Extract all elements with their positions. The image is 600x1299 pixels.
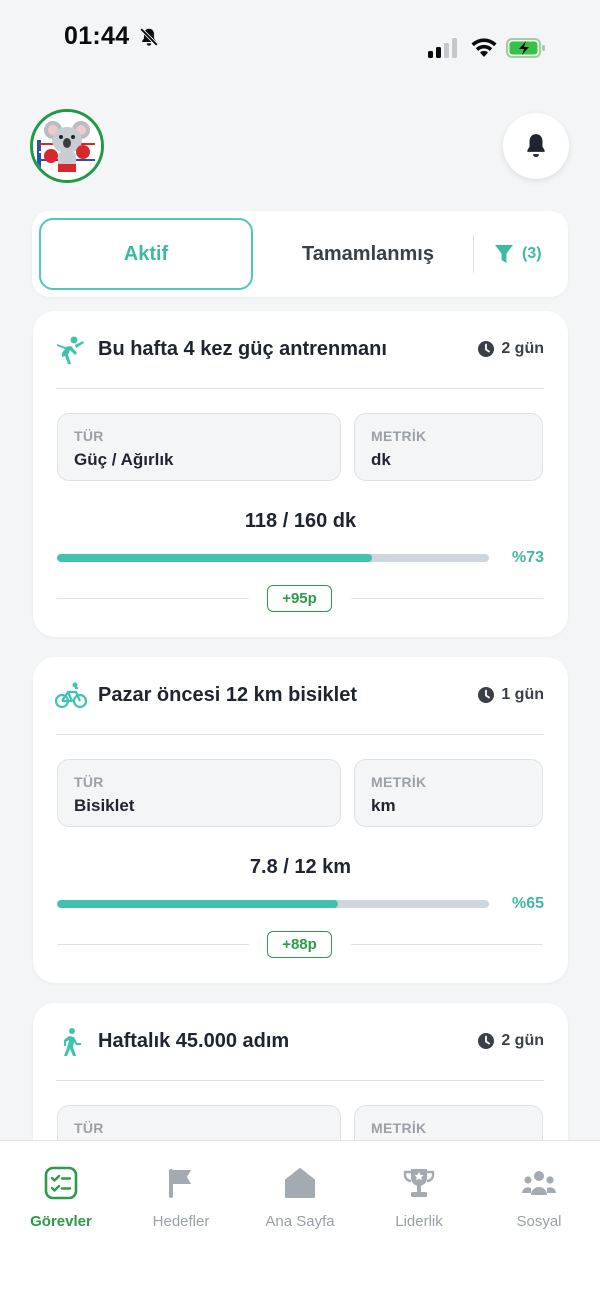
goal-card[interactable]: Pazar öncesi 12 km bisiklet 1 gün TÜR Bi…	[33, 657, 568, 983]
trophy-icon	[401, 1165, 437, 1201]
type-value: Bisiklet	[74, 796, 135, 815]
nav-label: Liderlik	[395, 1213, 443, 1230]
nav-label: Sosyal	[516, 1213, 562, 1230]
type-value: Güç / Ağırlık	[74, 450, 174, 469]
clock-icon	[478, 1033, 495, 1049]
points-divider-right	[351, 944, 543, 945]
type-label: TÜR	[74, 1120, 104, 1136]
notifications-button[interactable]	[503, 113, 569, 179]
metric-label: METRİK	[371, 1120, 427, 1136]
tasks-icon	[43, 1165, 79, 1201]
tab-completed[interactable]: Tamamlanmış	[268, 218, 468, 290]
nav-label: Ana Sayfa	[265, 1213, 335, 1230]
points-divider-right	[351, 598, 543, 599]
progress-fill	[57, 900, 338, 908]
time-left: 1 gün	[477, 686, 544, 704]
nav-label: Hedefler	[152, 1213, 210, 1230]
points-divider-left	[57, 944, 249, 945]
time-left: 2 gün	[477, 340, 544, 358]
metric-field: METRİK dk	[354, 413, 543, 481]
time-left: 2 gün	[477, 1032, 544, 1050]
progress-fill	[57, 554, 373, 562]
metric-label: METRİK	[371, 774, 427, 790]
strength-icon	[57, 336, 84, 364]
nav-item-liderlik[interactable]: Liderlik	[359, 1165, 479, 1235]
screen: 01:44 Aktif Tamamlanmış (3) Bu hafta 4 k…	[0, 0, 600, 1299]
goal-tabs: Aktif Tamamlanmış (3)	[32, 211, 568, 297]
points-badge: +88p	[267, 931, 332, 958]
social-icon	[521, 1165, 557, 1201]
progress-percent: %73	[511, 549, 544, 566]
bottom-nav: Görevler Hedefler Ana Sayfa Liderlik Sos…	[0, 1140, 600, 1299]
filter-count: (3)	[522, 245, 542, 262]
signal-icon	[428, 38, 457, 58]
progress-text: 118 / 160 dk	[244, 510, 357, 532]
goal-title: Bu hafta 4 kez güç antrenmanı	[98, 338, 387, 360]
metric-value: dk	[371, 450, 391, 469]
card-divider	[56, 734, 544, 735]
time-left-value: 1 gün	[501, 686, 544, 703]
type-field: TÜR Güç / Ağırlık	[57, 413, 341, 481]
time-left-value: 2 gün	[501, 1032, 544, 1049]
type-label: TÜR	[74, 774, 104, 790]
bell-off-icon	[139, 27, 159, 47]
bicycle-icon	[55, 682, 87, 709]
status-time: 01:44	[64, 22, 130, 50]
progress-percent: %65	[511, 895, 544, 912]
type-field: TÜR Bisiklet	[57, 759, 341, 827]
avatar[interactable]	[30, 109, 104, 183]
card-divider	[56, 1080, 544, 1081]
nav-item-sosyal[interactable]: Sosyal	[479, 1165, 599, 1235]
nav-item-gorevler[interactable]: Görevler	[1, 1165, 121, 1235]
metric-value: km	[371, 796, 396, 815]
tab-divider	[473, 235, 474, 273]
nav-label: Görevler	[30, 1213, 92, 1230]
time-left-value: 2 gün	[501, 340, 544, 357]
clock-icon	[478, 687, 495, 703]
points-badge: +95p	[267, 585, 332, 612]
tab-active[interactable]: Aktif	[39, 218, 253, 290]
progress-bar	[57, 554, 489, 562]
battery-charging-icon	[506, 38, 545, 58]
metric-label: METRİK	[371, 428, 427, 444]
metric-field: METRİK km	[354, 759, 543, 827]
progress-bar	[57, 900, 489, 908]
card-divider	[56, 388, 544, 389]
type-label: TÜR	[74, 428, 104, 444]
walking-icon	[64, 1028, 81, 1056]
clock-icon	[478, 341, 495, 357]
nav-item-ana-sayfa[interactable]: Ana Sayfa	[240, 1165, 360, 1235]
goal-card[interactable]: Bu hafta 4 kez güç antrenmanı 2 gün TÜR …	[33, 311, 568, 637]
goal-title: Pazar öncesi 12 km bisiklet	[98, 684, 358, 706]
flag-icon	[163, 1165, 199, 1201]
points-divider-left	[57, 598, 249, 599]
filter-button[interactable]: (3)	[494, 239, 542, 269]
nav-item-hedefler[interactable]: Hedefler	[121, 1165, 241, 1235]
koala-boxer-avatar-icon	[33, 112, 101, 180]
progress-text: 7.8 / 12 km	[249, 856, 352, 878]
wifi-icon	[471, 38, 497, 57]
filter-icon	[495, 245, 513, 263]
home-icon	[282, 1165, 318, 1201]
status-bar: 01:44	[0, 0, 600, 80]
bell-icon	[527, 134, 545, 158]
goal-title: Haftalık 45.000 adım	[98, 1030, 290, 1052]
